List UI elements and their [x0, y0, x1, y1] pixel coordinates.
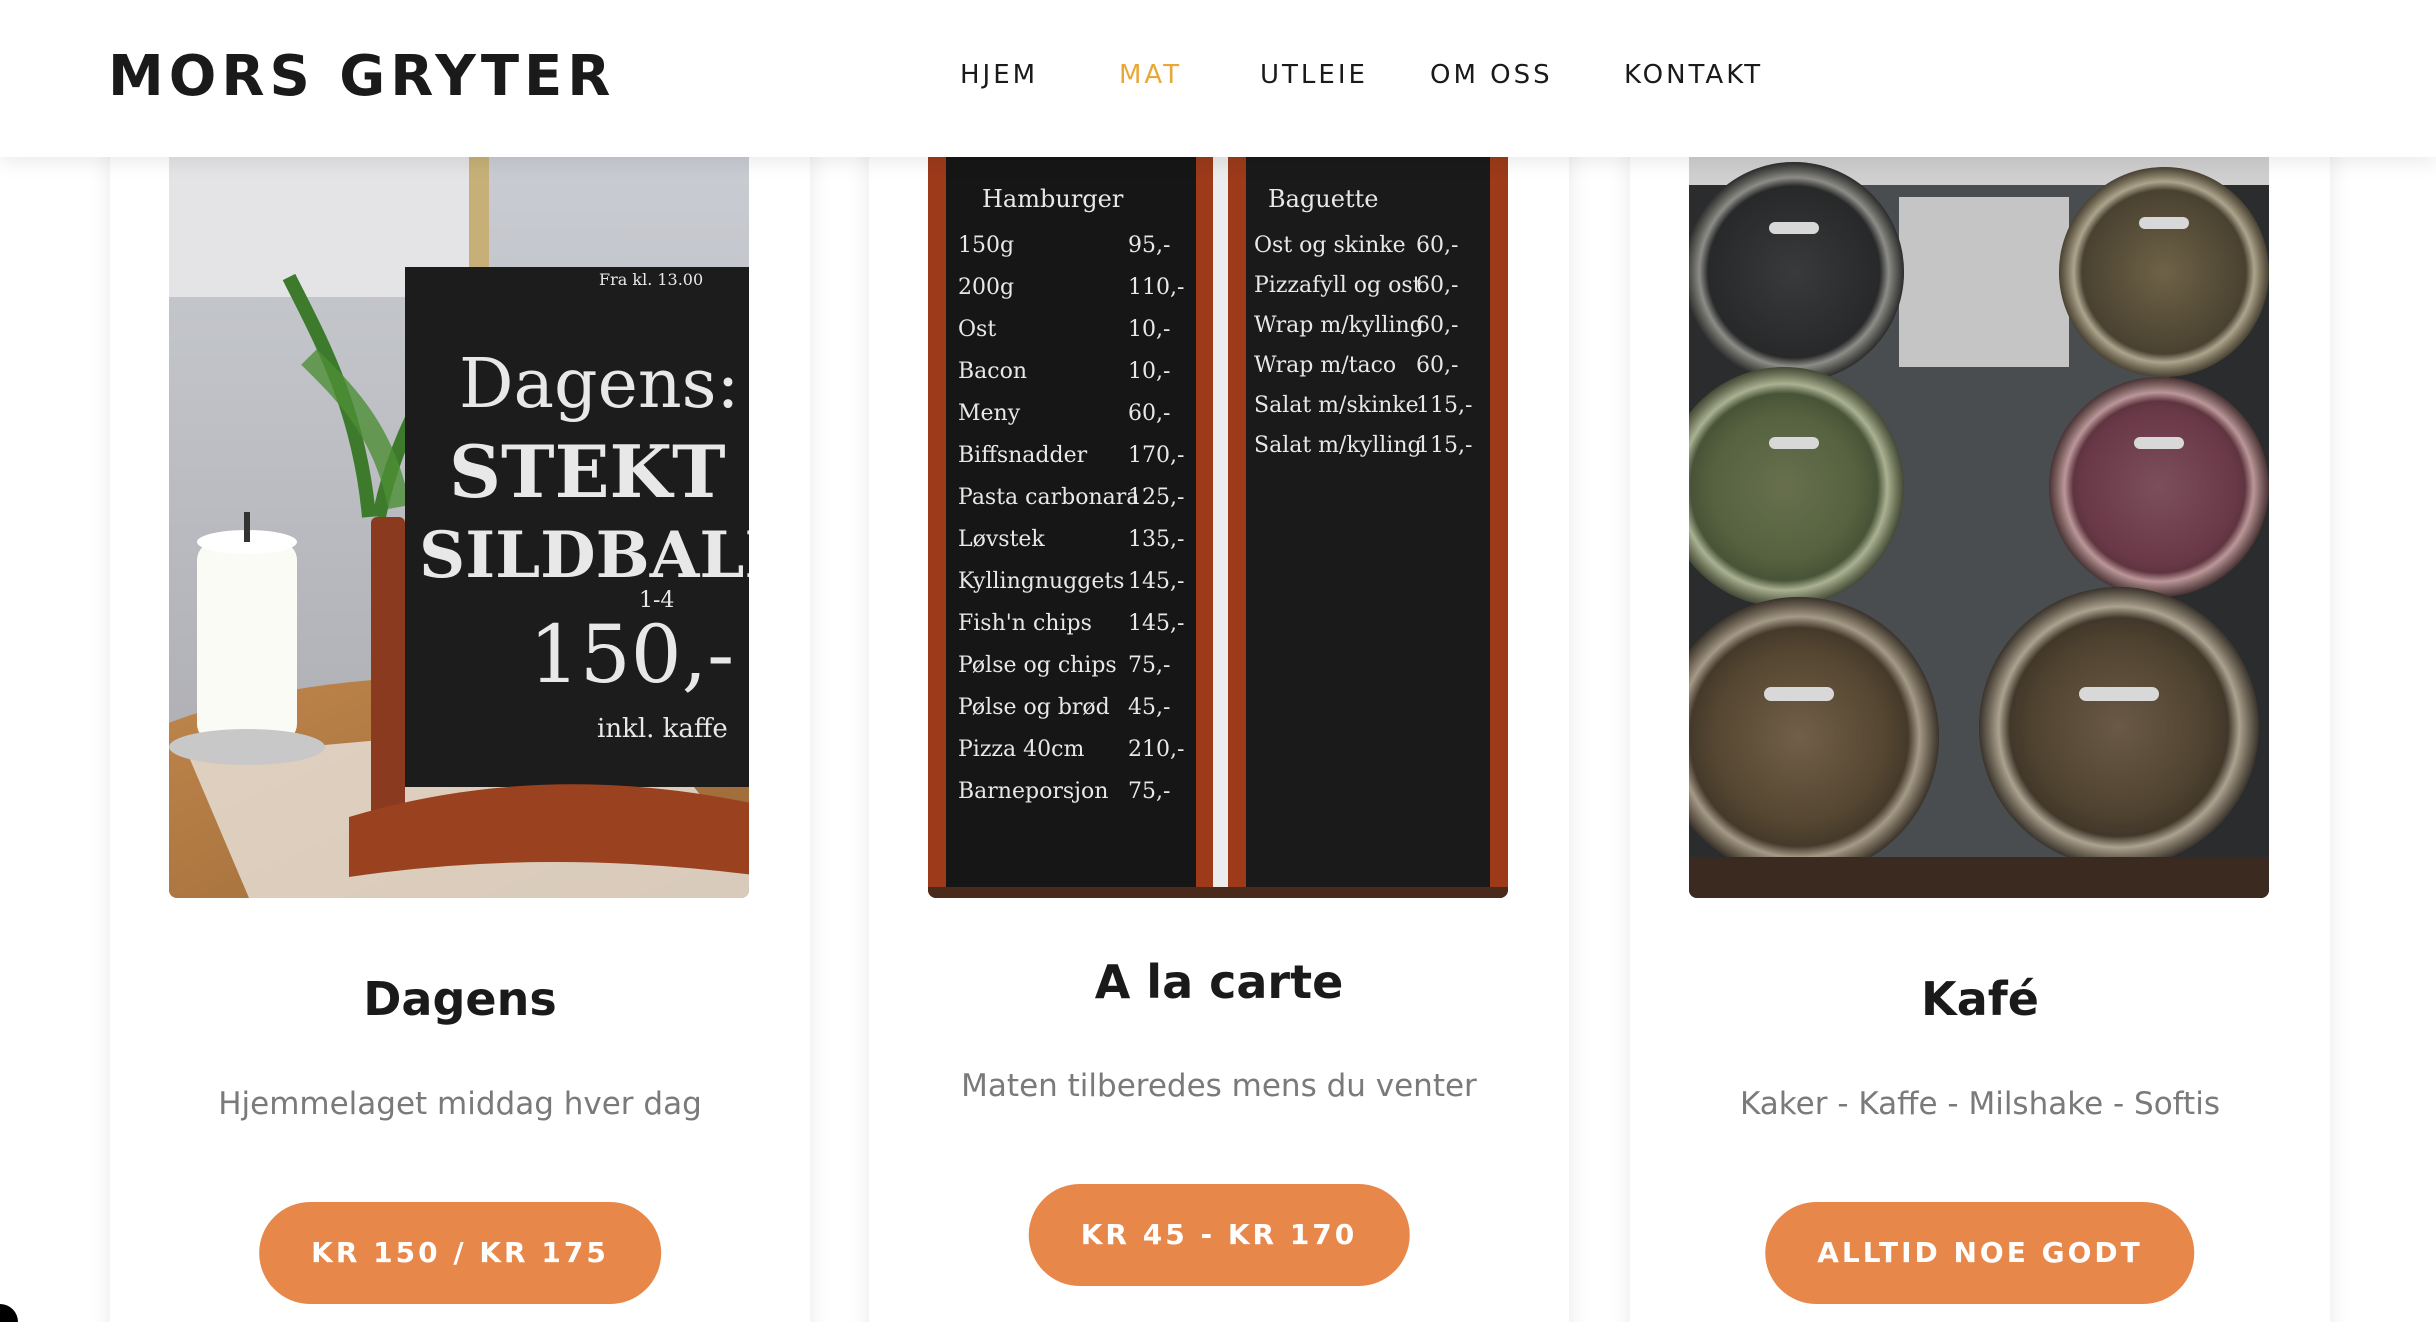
menu-item-price: 145,-	[1128, 611, 1184, 636]
sign-kaffe-text: inkl. kaffe	[597, 714, 728, 744]
card-title-a-la-carte: A la carte	[1094, 955, 1344, 1009]
right-board-title: Baguette	[1268, 185, 1378, 213]
menu-item-price: 60,-	[1416, 273, 1458, 298]
card-title-dagens: Dagens	[363, 972, 557, 1026]
a-la-carte-photo: Hamburger 150g 95,- 200g 110,- Ost 10,- Bacon 1…	[928, 157, 1508, 898]
menu-item-name: Pasta carbonara	[958, 485, 1139, 510]
menu-item-price: 45,-	[1128, 695, 1170, 720]
menu-item-name: Wrap m/taco	[1254, 353, 1396, 378]
menu-item-price: 60,-	[1416, 313, 1458, 338]
menu-item-name: Biffsnadder	[958, 443, 1088, 468]
menu-item-name: Bacon	[958, 359, 1027, 384]
dagens-sign-image: Fra kl. 13.00 Dagens: STEKT SILDBALL 1-4…	[169, 157, 749, 898]
menu-item-name: Pølse og chips	[958, 653, 1117, 678]
menu-item-price: 60,-	[1416, 353, 1458, 378]
left-board-title: Hamburger	[982, 185, 1124, 213]
sign-time-text: Fra kl. 13.00	[599, 270, 703, 289]
menu-item-name: Løvstek	[958, 527, 1045, 552]
price-button-dagens[interactable]: KR 150 / KR 175	[259, 1202, 661, 1304]
price-button-kafe[interactable]: ALLTID NOE GODT	[1765, 1202, 2195, 1304]
sign-sildball-text: SILDBALL	[419, 518, 749, 593]
nav-item-kontakt[interactable]: KONTAKT	[1624, 60, 1763, 90]
site-header: MORS GRYTER HJEM MAT UTLEIE OM OSS KONTA…	[0, 0, 2436, 157]
dagens-photo: Fra kl. 13.00 Dagens: STEKT SILDBALL 1-4…	[169, 157, 749, 898]
menu-item-name: 200g	[958, 275, 1014, 300]
card-title-kafe: Kafé	[1921, 972, 2039, 1026]
menu-item-name: Kyllingnuggets	[958, 569, 1124, 594]
menu-item-name: Ost	[958, 317, 996, 342]
menu-item-price: 60,-	[1128, 401, 1170, 426]
menu-item-price: 115,-	[1416, 393, 1472, 418]
topping-containers-image	[1689, 157, 2269, 898]
kafe-photo	[1689, 157, 2269, 898]
menu-item-name: Pølse og brød	[958, 695, 1110, 720]
sign-stekt-text: STEKT	[449, 429, 726, 514]
nav-item-om-oss[interactable]: OM OSS	[1430, 60, 1553, 90]
menu-item-price: 110,-	[1128, 275, 1184, 300]
menu-item-price: 95,-	[1128, 233, 1170, 258]
menu-card-a-la-carte: Hamburger 150g 95,- 200g 110,- Ost 10,- Bacon 1…	[869, 130, 1569, 1322]
menu-item-price: 75,-	[1128, 653, 1170, 678]
menu-board-image: Hamburger 150g 95,- 200g 110,- Ost 10,- Bacon 1…	[928, 157, 1508, 898]
menu-card-dagens: Fra kl. 13.00 Dagens: STEKT SILDBALL 1-4…	[110, 130, 810, 1322]
nav-item-hjem[interactable]: HJEM	[960, 60, 1038, 90]
menu-item-price: 135,-	[1128, 527, 1184, 552]
menu-item-name: Wrap m/kylling	[1254, 313, 1424, 338]
card-subtitle-kafe: Kaker - Kaffe - Milshake - Softis	[1740, 1086, 2220, 1122]
card-subtitle-dagens: Hjemmelaget middag hver dag	[218, 1086, 702, 1122]
menu-item-price: 10,-	[1128, 359, 1170, 384]
site-logo[interactable]: MORS GRYTER	[108, 44, 615, 109]
menu-item-price: 210,-	[1128, 737, 1184, 762]
menu-item-price: 125,-	[1128, 485, 1184, 510]
menu-item-price: 60,-	[1416, 233, 1458, 258]
price-button-a-la-carte[interactable]: KR 45 - KR 170	[1028, 1184, 1410, 1286]
menu-item-name: Salat m/skinke	[1254, 393, 1419, 418]
menu-item-name: Pizzafyll og ost	[1254, 273, 1422, 298]
menu-item-price: 170,-	[1128, 443, 1184, 468]
nav-item-mat[interactable]: MAT	[1119, 60, 1182, 90]
menu-item-price: 115,-	[1416, 433, 1472, 458]
menu-item-name: Ost og skinke	[1254, 233, 1406, 258]
menu-item-name: Pizza 40cm	[958, 737, 1084, 762]
menu-item-name: Salat m/kylling	[1254, 433, 1422, 458]
menu-item-name: Meny	[958, 401, 1021, 426]
sign-dagens-text: Dagens:	[459, 345, 739, 424]
menu-card-kafe: Kafé Kaker - Kaffe - Milshake - Softis A…	[1630, 130, 2330, 1322]
menu-item-price: 145,-	[1128, 569, 1184, 594]
sign-price-text: 150,-	[529, 608, 734, 701]
nav-item-utleie[interactable]: UTLEIE	[1260, 60, 1368, 90]
menu-item-name: Barneporsjon	[958, 779, 1108, 804]
menu-item-name: Fish'n chips	[958, 611, 1092, 636]
menu-item-name: 150g	[958, 233, 1014, 258]
menu-item-price: 10,-	[1128, 317, 1170, 342]
menu-item-price: 75,-	[1128, 779, 1170, 804]
card-subtitle-a-la-carte: Maten tilberedes mens du venter	[961, 1068, 1477, 1104]
